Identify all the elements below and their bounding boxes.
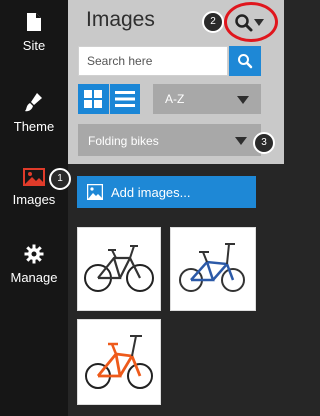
search-toggle-button[interactable] xyxy=(232,13,268,35)
search-icon xyxy=(235,14,253,32)
search-field[interactable] xyxy=(78,46,228,76)
add-images-button[interactable]: Add images... xyxy=(77,176,256,208)
sidebar-item-label: Theme xyxy=(13,119,55,134)
list-view-button[interactable] xyxy=(110,84,140,114)
bicycle-image xyxy=(84,245,154,292)
image-icon xyxy=(87,184,103,200)
sidebar-item-manage[interactable]: Manage xyxy=(0,242,68,320)
sidebar-item-site[interactable]: Site xyxy=(0,8,68,86)
callout-badge: 2 xyxy=(202,11,224,33)
bicycle-image xyxy=(85,335,153,389)
sidebar: Site Theme Images Manage xyxy=(0,0,68,416)
callout-badge: 3 xyxy=(253,132,275,154)
image-icon xyxy=(23,168,45,186)
brush-icon xyxy=(25,93,42,112)
page-title: Images xyxy=(86,8,155,31)
grid-view-button[interactable] xyxy=(78,84,109,114)
sidebar-item-theme[interactable]: Theme xyxy=(0,86,68,164)
image-thumbnail-blue-folding-bike[interactable] xyxy=(170,227,256,311)
grid-icon xyxy=(84,90,102,108)
chevron-down-icon xyxy=(237,96,249,104)
document-icon xyxy=(27,13,41,31)
gear-icon xyxy=(24,244,44,264)
sidebar-item-label: Images xyxy=(12,192,56,207)
list-icon xyxy=(115,91,135,107)
folder-select[interactable]: Folding bikes xyxy=(78,124,261,156)
sort-select[interactable]: A-Z xyxy=(153,84,261,114)
chevron-down-icon xyxy=(235,137,247,145)
search-input[interactable] xyxy=(79,47,227,75)
image-thumbnail-orange-folding-bike[interactable] xyxy=(77,319,161,405)
add-images-label: Add images... xyxy=(111,185,191,200)
image-thumbnail-black-folding-bike[interactable] xyxy=(77,227,161,311)
folder-selected-value: Folding bikes xyxy=(88,134,159,148)
chevron-down-icon xyxy=(254,19,264,26)
bicycle-image xyxy=(179,243,245,292)
sort-selected-value: A-Z xyxy=(165,92,185,106)
sidebar-item-label: Manage xyxy=(10,270,58,285)
search-icon xyxy=(238,54,253,69)
sidebar-item-label: Site xyxy=(22,38,46,53)
callout-badge: 1 xyxy=(49,168,71,190)
search-button[interactable] xyxy=(229,46,261,76)
